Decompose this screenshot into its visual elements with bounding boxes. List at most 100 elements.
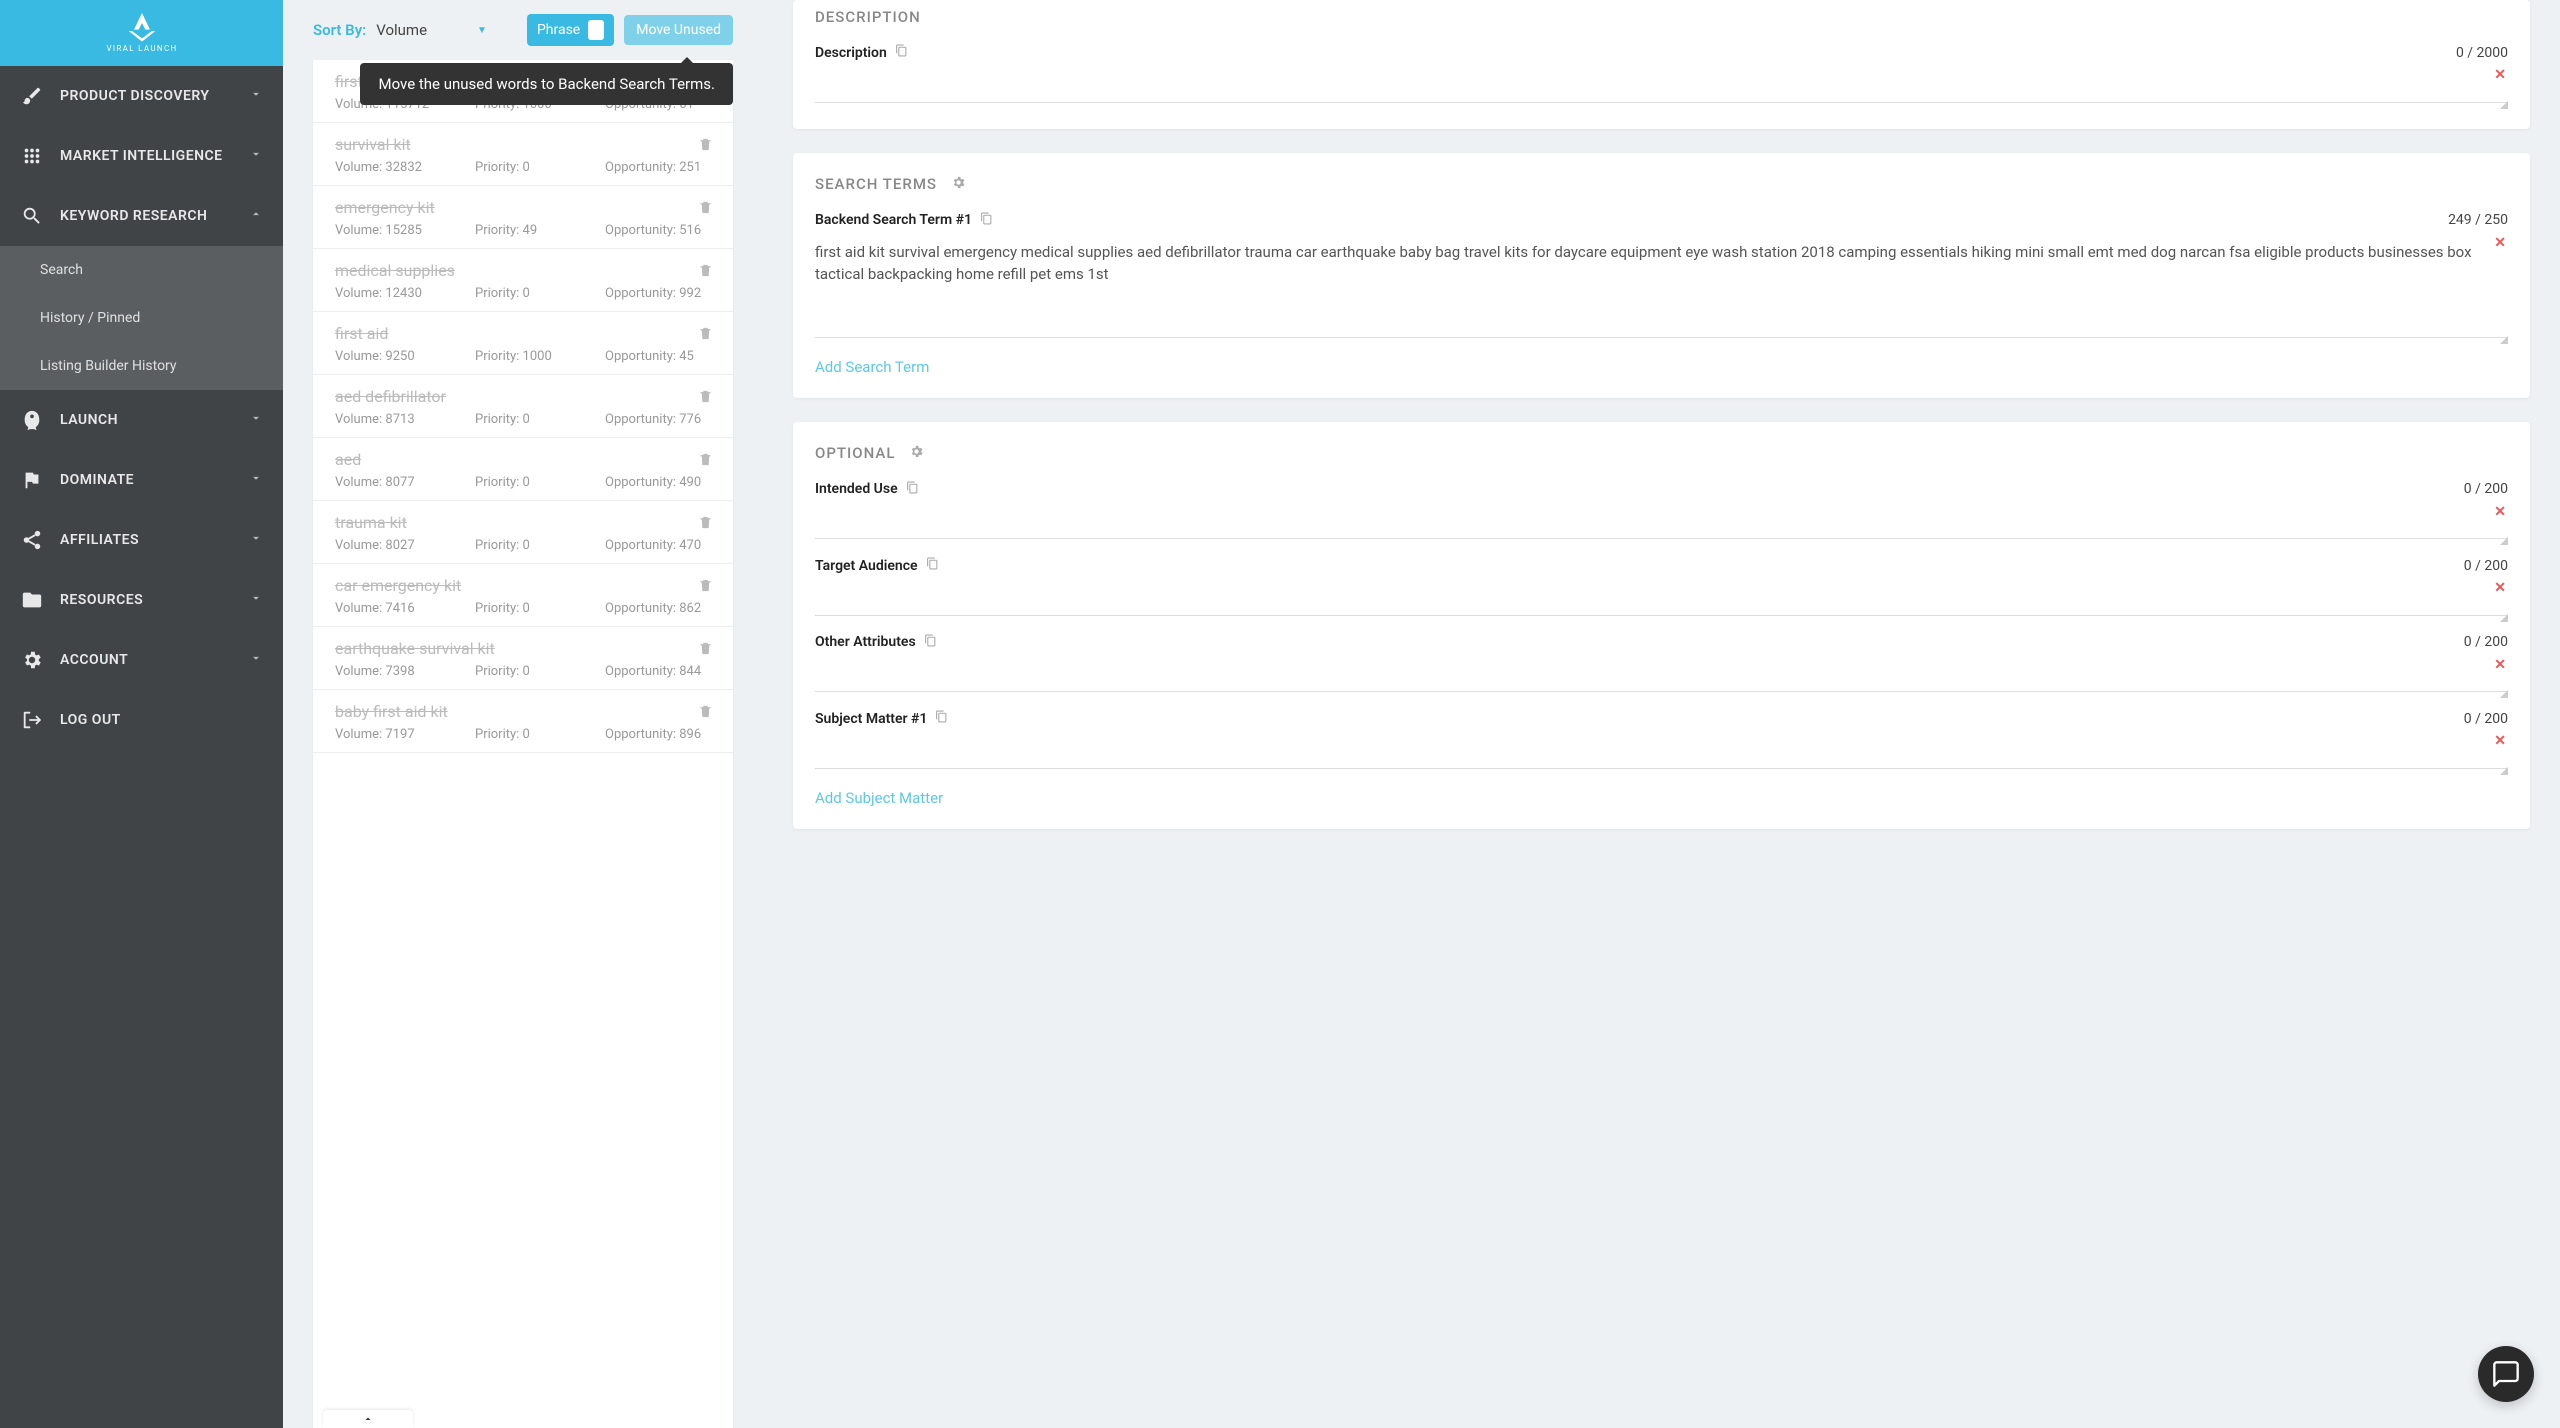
nav-label: DOMINATE — [60, 472, 249, 488]
keyword-term: medical supplies — [335, 261, 711, 280]
move-unused-tooltip: Move the unused words to Backend Search … — [360, 63, 733, 105]
trash-icon[interactable] — [698, 200, 713, 219]
bottom-tab-stub[interactable] — [323, 1410, 413, 1428]
optional-field-input[interactable] — [815, 733, 2508, 769]
copy-icon[interactable] — [906, 481, 919, 498]
trash-icon[interactable] — [698, 704, 713, 723]
optional-field-counter: 0 / 200 — [2464, 481, 2508, 497]
svg-text:VIRAL LAUNCH: VIRAL LAUNCH — [106, 44, 177, 53]
trash-icon[interactable] — [698, 263, 713, 282]
keyword-row[interactable]: emergency kitVolume: 15285Priority: 49Op… — [313, 186, 733, 249]
copy-icon[interactable] — [924, 634, 937, 651]
nav-item-resources[interactable]: RESOURCES — [0, 570, 283, 630]
optional-title: OPTIONAL — [815, 436, 2508, 467]
description-field: Description 0 / 2000 ✕ — [815, 44, 2508, 107]
keyword-row[interactable]: aedVolume: 8077Priority: 0Opportunity: 4… — [313, 438, 733, 501]
resize-handle-icon[interactable] — [2498, 334, 2508, 344]
backend-search-term-input[interactable] — [815, 235, 2508, 338]
keyword-row[interactable]: medical suppliesVolume: 12430Priority: 0… — [313, 249, 733, 312]
add-search-term-link[interactable]: Add Search Term — [815, 358, 929, 376]
clear-icon[interactable]: ✕ — [2494, 580, 2506, 596]
gear-icon[interactable] — [951, 175, 966, 194]
nav-label: PRODUCT DISCOVERY — [60, 88, 249, 104]
resize-handle-icon[interactable] — [2498, 99, 2508, 109]
nav-item-dominate[interactable]: DOMINATE — [0, 450, 283, 510]
nav-item-log-out[interactable]: LOG OUT — [0, 690, 283, 750]
optional-field-input[interactable] — [815, 580, 2508, 616]
trash-icon[interactable] — [698, 515, 713, 534]
keyword-priority: Priority: 0 — [475, 601, 605, 616]
nav-sub-item[interactable]: Listing Builder History — [0, 342, 283, 390]
keyword-row[interactable]: baby first aid kitVolume: 7197Priority: … — [313, 690, 733, 753]
exit-icon — [20, 708, 44, 732]
nav-sub-item[interactable]: History / Pinned — [0, 294, 283, 342]
optional-field-input[interactable] — [815, 657, 2508, 693]
gear-icon[interactable] — [909, 444, 924, 463]
nav-item-keyword-research[interactable]: KEYWORD RESEARCH — [0, 186, 283, 246]
keyword-meta: Volume: 8027Priority: 0Opportunity: 470 — [335, 538, 711, 553]
nav-label: ACCOUNT — [60, 652, 249, 668]
resize-handle-icon[interactable] — [2498, 612, 2508, 622]
clear-icon[interactable]: ✕ — [2494, 657, 2506, 673]
keyword-row[interactable]: trauma kitVolume: 8027Priority: 0Opportu… — [313, 501, 733, 564]
keyword-volume: Volume: 7398 — [335, 664, 475, 679]
toggle-switch-icon — [588, 20, 604, 40]
trash-icon[interactable] — [698, 326, 713, 345]
trash-icon[interactable] — [698, 389, 713, 408]
keyword-row[interactable]: survival kitVolume: 32832Priority: 0Oppo… — [313, 123, 733, 186]
move-unused-button[interactable]: Move Unused Move the unused words to Bac… — [624, 15, 733, 45]
folder-icon — [20, 588, 44, 612]
copy-icon[interactable] — [926, 557, 939, 574]
resize-handle-icon[interactable] — [2498, 535, 2508, 545]
chevron-down-icon — [249, 531, 263, 549]
keyword-priority: Priority: 0 — [475, 664, 605, 679]
clear-icon[interactable]: ✕ — [2494, 504, 2506, 520]
copy-icon[interactable] — [980, 212, 993, 229]
optional-field-input[interactable] — [815, 504, 2508, 540]
flag-icon — [20, 468, 44, 492]
phrase-toggle[interactable]: Phrase — [527, 14, 614, 46]
description-counter: 0 / 2000 — [2456, 45, 2508, 61]
copy-icon[interactable] — [895, 44, 908, 61]
clear-icon[interactable]: ✕ — [2494, 67, 2506, 83]
nav-sub-item[interactable]: Search — [0, 246, 283, 294]
clear-icon[interactable]: ✕ — [2494, 235, 2506, 251]
keyword-priority: Priority: 1000 — [475, 349, 605, 364]
nav-item-market-intelligence[interactable]: MARKET INTELLIGENCE — [0, 126, 283, 186]
nav-label: RESOURCES — [60, 592, 249, 608]
brand-logo[interactable]: VIRAL LAUNCH — [0, 0, 283, 66]
optional-field-label: Other Attributes — [815, 634, 937, 651]
description-label: Description — [815, 44, 908, 61]
chat-fab[interactable] — [2478, 1346, 2534, 1402]
keyword-panel: Sort By: Volume ▼ Phrase Move Unused Mov… — [283, 0, 763, 1428]
nav-item-account[interactable]: ACCOUNT — [0, 630, 283, 690]
sort-select[interactable]: Volume ▼ — [376, 21, 487, 39]
keyword-row[interactable]: earthquake survival kitVolume: 7398Prior… — [313, 627, 733, 690]
optional-card: OPTIONAL Intended Use0 / 200✕Target Audi… — [793, 422, 2530, 829]
chevron-down-icon — [249, 411, 263, 429]
description-input[interactable] — [815, 67, 2508, 103]
keyword-row[interactable]: car emergency kitVolume: 7416Priority: 0… — [313, 564, 733, 627]
copy-icon[interactable] — [935, 710, 948, 727]
resize-handle-icon[interactable] — [2498, 765, 2508, 775]
trash-icon[interactable] — [698, 452, 713, 471]
trash-icon[interactable] — [698, 641, 713, 660]
optional-field: Subject Matter #10 / 200✕ — [815, 710, 2508, 773]
chevron-down-icon — [249, 591, 263, 609]
magnify-icon — [20, 204, 44, 228]
nav-item-launch[interactable]: LAUNCH — [0, 390, 283, 450]
nav-item-product-discovery[interactable]: PRODUCT DISCOVERY — [0, 66, 283, 126]
keyword-volume: Volume: 7416 — [335, 601, 475, 616]
trash-icon[interactable] — [698, 137, 713, 156]
nav-label: LOG OUT — [60, 712, 263, 728]
clear-icon[interactable]: ✕ — [2494, 733, 2506, 749]
add-subject-matter-link[interactable]: Add Subject Matter — [815, 789, 943, 807]
trash-icon[interactable] — [698, 578, 713, 597]
nav-item-affiliates[interactable]: AFFILIATES — [0, 510, 283, 570]
keyword-priority: Priority: 0 — [475, 286, 605, 301]
resize-handle-icon[interactable] — [2498, 688, 2508, 698]
keyword-priority: Priority: 49 — [475, 223, 605, 238]
keyword-priority: Priority: 0 — [475, 412, 605, 427]
keyword-row[interactable]: aed defibrillatorVolume: 8713Priority: 0… — [313, 375, 733, 438]
keyword-row[interactable]: first aidVolume: 9250Priority: 1000Oppor… — [313, 312, 733, 375]
